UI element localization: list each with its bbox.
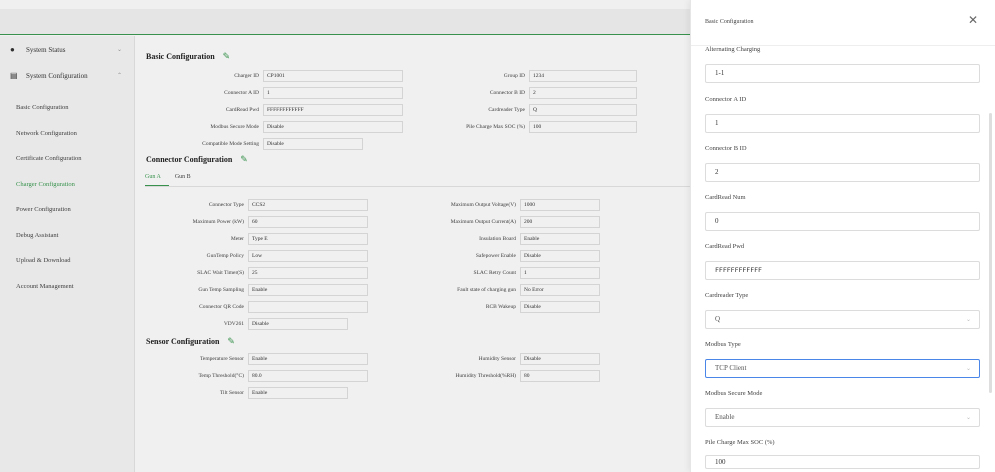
field-label: Cardreader Type (705, 292, 749, 299)
field-label: Modbus Secure Mode (705, 390, 763, 397)
connector-a-id-input[interactable]: 1 (705, 114, 980, 133)
drawer-field-pile-charge-max-soc: Pile Charge Max SOC (%) 100 (705, 439, 980, 469)
drawer-field-cardread-num: CardRead Num 0 (705, 194, 980, 231)
alternating-charging-input[interactable]: 1-1 (705, 64, 980, 83)
chevron-down-icon: ⌄ (965, 365, 971, 372)
drawer-field-connector-a-id: Connector A ID 1 (705, 96, 980, 133)
drawer-field-modbus-type: Modbus Type TCP Client ⌄ (705, 341, 980, 378)
drawer-scrollbar[interactable] (989, 113, 992, 393)
drawer-field-cardreader-type: Cardreader Type Q ⌄ (705, 292, 980, 329)
drawer-field-connector-b-id: Connector B ID 2 (705, 145, 980, 182)
field-label: Connector B ID (705, 145, 747, 152)
field-label: CardRead Num (705, 194, 746, 201)
chevron-down-icon: ⌄ (965, 316, 971, 323)
drawer-field-cardread-pwd: CardRead Pwd FFFFFFFFFFFF (705, 243, 980, 280)
field-label: Modbus Type (705, 341, 741, 348)
chevron-down-icon: ⌄ (965, 414, 971, 421)
close-icon[interactable]: ✕ (968, 14, 978, 26)
cardreader-type-select[interactable]: Q ⌄ (705, 310, 980, 329)
basic-configuration-drawer: Basic Configuration ✕ Alternating Chargi… (690, 0, 995, 472)
cardread-pwd-input[interactable]: FFFFFFFFFFFF (705, 261, 980, 280)
pile-charge-max-soc-input[interactable]: 100 (705, 455, 980, 469)
modbus-secure-mode-select[interactable]: Enable ⌄ (705, 408, 980, 427)
field-label: Alternating Charging (705, 46, 761, 53)
field-label: Connector A ID (705, 96, 747, 103)
select-value: Q (715, 315, 721, 323)
modal-overlay[interactable] (0, 0, 690, 472)
field-label: Pile Charge Max SOC (%) (705, 439, 775, 446)
select-value: Enable (715, 413, 735, 421)
drawer-field-modbus-secure-mode: Modbus Secure Mode Enable ⌄ (705, 390, 980, 427)
connector-b-id-input[interactable]: 2 (705, 163, 980, 182)
cardread-num-input[interactable]: 0 (705, 212, 980, 231)
drawer-title: Basic Configuration (705, 19, 754, 25)
modbus-type-select[interactable]: TCP Client ⌄ (705, 359, 980, 378)
select-value: TCP Client (715, 364, 747, 372)
drawer-field-alternating-charging: Alternating Charging 1-1 (705, 46, 980, 83)
field-label: CardRead Pwd (705, 243, 745, 250)
drawer-header: Basic Configuration ✕ (691, 0, 995, 46)
